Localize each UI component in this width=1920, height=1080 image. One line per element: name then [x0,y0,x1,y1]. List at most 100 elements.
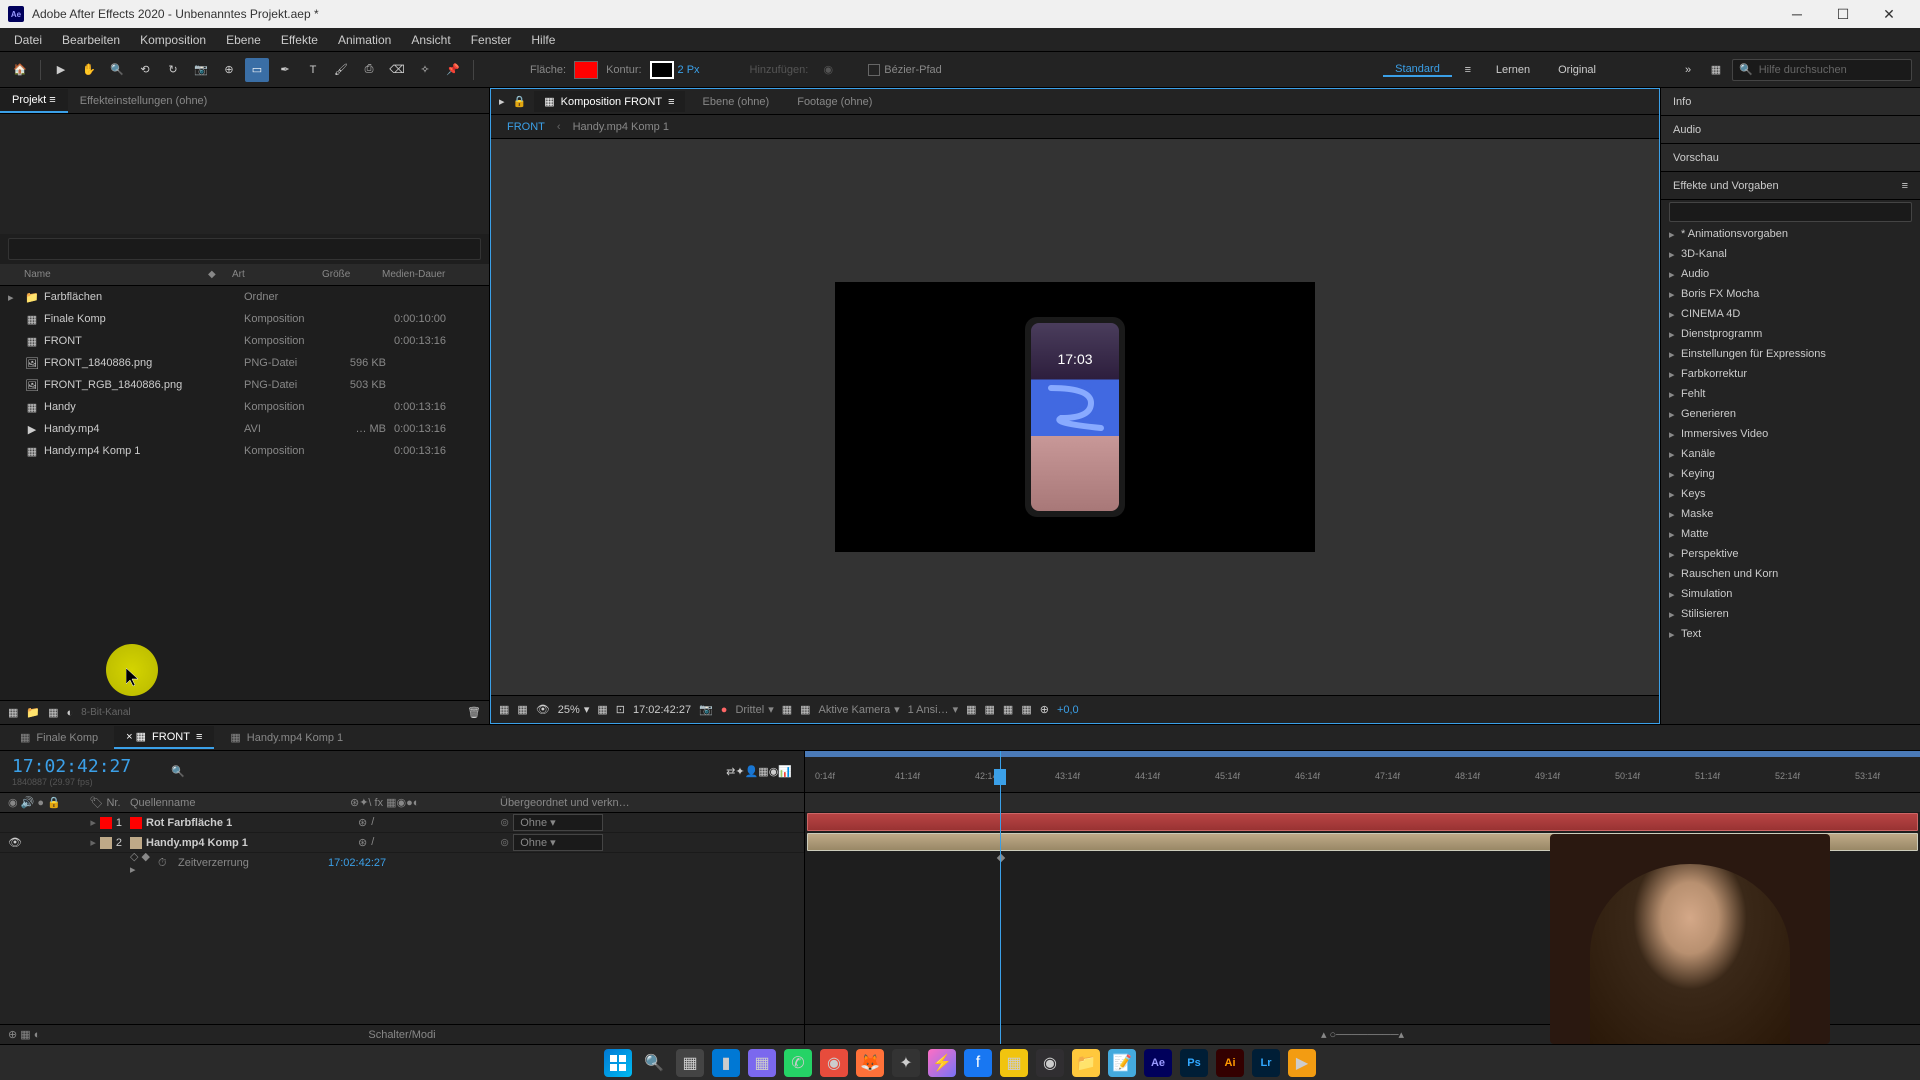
snapshot-icon[interactable]: 📷 [699,703,713,716]
taskbar-search[interactable]: 🔍 [640,1049,668,1077]
taskbar-app1[interactable]: ▮ [712,1049,740,1077]
property-value[interactable]: 17:02:42:27 [328,857,386,869]
roto-tool[interactable]: ✧ [413,58,437,82]
start-button[interactable] [604,1049,632,1077]
puppet-tool[interactable]: 📌 [441,58,465,82]
taskbar-ae[interactable]: Ae [1144,1049,1172,1077]
brush-tool[interactable]: 🖌 [329,58,353,82]
taskbar-notepad[interactable]: 📝 [1108,1049,1136,1077]
timeline-tab-finale[interactable]: ▦ Finale Komp [8,727,110,748]
viewer-lock-icon[interactable]: ▸ [499,95,505,108]
help-search[interactable]: 🔍 Hilfe durchsuchen [1732,59,1912,81]
camera-dropdown[interactable]: Aktive Kamera ▾ [819,703,900,716]
project-item[interactable]: ▸ 📁 Farbflächen Ordner [0,286,489,308]
timeline-ruler[interactable]: 0:14f41:14f42:14f43:14f44:14f45:14f46:14… [805,751,1920,793]
effects-category[interactable]: ▸Audio [1661,264,1920,284]
effects-category[interactable]: ▸3D-Kanal [1661,244,1920,264]
taskbar-app3[interactable]: ◉ [820,1049,848,1077]
effects-category[interactable]: ▸CINEMA 4D [1661,304,1920,324]
timeline-layer[interactable]: ▸ 1 Rot Farbfläche 1 ⊛ / ⊚ Ohne ▾ [0,813,804,833]
effects-category[interactable]: ▸Keying [1661,464,1920,484]
stroke-color-swatch[interactable] [650,61,674,79]
effects-category[interactable]: ▸Maske [1661,504,1920,524]
effects-category[interactable]: ▸Fehlt [1661,384,1920,404]
effects-category[interactable]: ▸Einstellungen für Expressions [1661,344,1920,364]
taskbar-obs[interactable]: ◉ [1036,1049,1064,1077]
comp-mini-flowchart-icon[interactable]: ⇄ [726,765,735,778]
home-tool[interactable]: 🏠 [8,58,32,82]
taskbar-facebook[interactable]: f [964,1049,992,1077]
timeline-icon[interactable]: ▦ [1003,703,1013,716]
fill-color-swatch[interactable] [574,61,598,79]
effects-search-input[interactable] [1669,202,1912,222]
col-duration[interactable]: Medien-Dauer [382,269,462,280]
menu-composition[interactable]: Komposition [130,30,216,50]
maximize-button[interactable]: ☐ [1820,0,1866,28]
timeline-tab-front[interactable]: × ▦ FRONT ≡ [114,726,214,749]
menu-layer[interactable]: Ebene [216,30,271,50]
col-name[interactable]: Name [8,269,208,280]
viewer-tab-layer[interactable]: Ebene (ohne) [693,92,780,112]
bpc-icon[interactable]: ◐ [67,707,74,719]
new-comp-icon[interactable]: ▦ [48,706,58,719]
effects-category[interactable]: ▸Simulation [1661,584,1920,604]
taskbar-app6[interactable]: ▶ [1288,1049,1316,1077]
effects-list[interactable]: ▸* Animationsvorgaben▸3D-Kanal▸Audio▸Bor… [1661,224,1920,724]
draft3d-icon[interactable]: ✦ [735,765,744,778]
taskbar-whatsapp[interactable]: ✆ [784,1049,812,1077]
effects-category[interactable]: ▸Farbkorrektur [1661,364,1920,384]
keyframe-icon[interactable] [997,854,1005,862]
mask-icon[interactable]: 👁 [536,703,550,716]
workspace-original[interactable]: Original [1546,64,1608,76]
taskbar-ps[interactable]: Ps [1180,1049,1208,1077]
project-item[interactable]: ▦ Handy.mp4 Komp 1 Komposition 0:00:13:1… [0,440,489,462]
taskbar-ai[interactable]: Ai [1216,1049,1244,1077]
col-parent[interactable]: Übergeordnet und verkn… [500,797,650,809]
col-type[interactable]: Art [232,269,322,280]
fast-previews-icon[interactable]: ▦ [985,703,995,716]
pan-behind-tool[interactable]: ⊕ [217,58,241,82]
panel-preview[interactable]: Vorschau [1661,144,1920,172]
render-icon[interactable]: ⊕ [1040,703,1049,716]
track-bar-layer1[interactable] [807,813,1918,831]
pixel-aspect-icon[interactable]: ▦ [966,703,976,716]
viewer-tab-comp[interactable]: ▦ Komposition FRONT ≡ [534,91,684,112]
frame-blend-icon[interactable]: ▦ [758,765,768,778]
trash-icon[interactable]: 🗑 [467,706,481,719]
effects-category[interactable]: ▸Dienstprogramm [1661,324,1920,344]
clone-tool[interactable]: ⎙ [357,58,381,82]
project-items-list[interactable]: ▸ 📁 Farbflächen Ordner ▦ Finale Komp Kom… [0,286,489,700]
stroke-width-input[interactable]: 2 Px [678,64,718,76]
taskbar-messenger[interactable]: ⚡ [928,1049,956,1077]
taskbar-taskview[interactable]: ▦ [676,1049,704,1077]
interpret-footage-icon[interactable]: ▦ [8,706,18,719]
taskbar-lr[interactable]: Lr [1252,1049,1280,1077]
motion-blur-icon[interactable]: ◉ [769,765,779,778]
effects-category[interactable]: ▸Matte [1661,524,1920,544]
viewer-timecode[interactable]: 17:02:42:27 [633,704,691,716]
workspace-standard[interactable]: Standard [1383,63,1452,77]
menu-edit[interactable]: Bearbeiten [52,30,130,50]
channel-icon[interactable]: ● [721,704,728,716]
orbit-tool[interactable]: ⟲ [133,58,157,82]
taskbar-explorer[interactable]: 📁 [1072,1049,1100,1077]
hand-tool[interactable]: ✋ [77,58,101,82]
project-item[interactable]: ▶ Handy.mp4 AVI … MB 0:00:13:16 [0,418,489,440]
views-dropdown[interactable]: 1 Ansi… ▾ [908,703,959,716]
col-tag[interactable]: ◆ [208,269,232,280]
viewer-pin-icon[interactable]: 🔒 [513,95,527,108]
panel-effects-presets[interactable]: Effekte und Vorgaben≡ [1661,172,1920,200]
text-tool[interactable]: T [301,58,325,82]
panel-info[interactable]: Info [1661,88,1920,116]
switches-modes-label[interactable]: Schalter/Modi [368,1029,435,1041]
project-search-input[interactable] [8,238,481,260]
col-size[interactable]: Größe [322,269,382,280]
timeline-timecode[interactable]: 17:02:42:27 [12,756,131,777]
shy-icon[interactable]: 👤 [745,765,759,778]
effects-category[interactable]: ▸Text [1661,624,1920,644]
selection-tool[interactable]: ▶ [49,58,73,82]
taskbar-firefox[interactable]: 🦊 [856,1049,884,1077]
effects-category[interactable]: ▸Immersives Video [1661,424,1920,444]
menu-file[interactable]: Datei [4,30,52,50]
menu-effects[interactable]: Effekte [271,30,328,50]
